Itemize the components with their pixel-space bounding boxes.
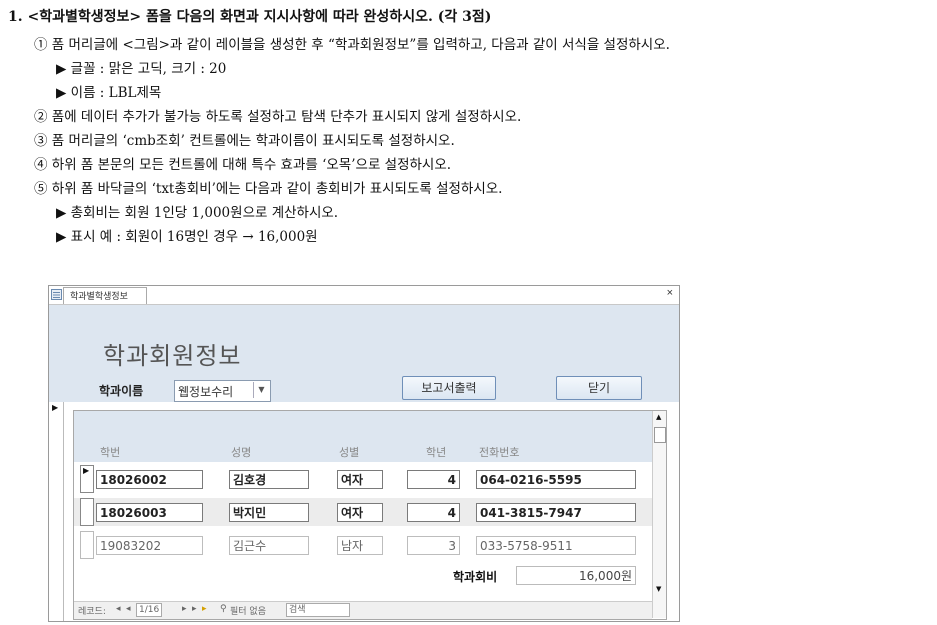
cell-gender[interactable]: 남자 (337, 536, 383, 555)
cell-gender[interactable]: 여자 (337, 503, 383, 522)
filter-icon: ⚲ (220, 604, 227, 614)
cell-grade[interactable]: 3 (407, 536, 460, 555)
dept-combo[interactable]: 웹정보수리 ▼ (174, 380, 271, 402)
cell-id[interactable]: 18026002 (96, 470, 203, 489)
record-selector[interactable]: ▶ (49, 402, 64, 621)
row-selector[interactable] (80, 531, 94, 559)
form-window: 학과별학생정보 × 학과회원정보 학과이름 웹정보수리 ▼ 보고서출력 닫기 ▶… (48, 285, 680, 622)
cell-id[interactable]: 19083202 (96, 536, 203, 555)
col-header-grade: 학년 (426, 446, 447, 459)
instruction-4: ④ 하위 폼 본문의 모든 컨트롤에 대해 특수 효과를 ‘오목’으로 설정하시… (34, 157, 452, 173)
report-print-button[interactable]: 보고서출력 (402, 376, 496, 400)
next-record-icon[interactable]: ▸ (182, 604, 187, 614)
first-record-icon[interactable]: ◂ (116, 604, 121, 614)
tab-form[interactable]: 학과별학생정보 (63, 287, 147, 304)
table-row[interactable]: 19083202 김근수 남자 3 033-5758-9511 (74, 531, 652, 559)
instruction-5-calc: ▶ 총회비는 회원 1인당 1,000원으로 계산하시오. (56, 205, 339, 221)
record-navigation: 레코드: ◂ ◂ 1/16 ▸ ▸ ▸ ⚲ 필터 없음 검색 (74, 601, 652, 619)
col-header-id: 학번 (100, 446, 121, 459)
scroll-thumb[interactable] (654, 427, 666, 443)
row-selector[interactable] (80, 498, 94, 526)
scroll-down-icon[interactable]: ▼ (656, 585, 661, 593)
col-header-name: 성명 (231, 446, 252, 459)
instruction-1-name: ▶ 이름 : LBL제목 (56, 85, 162, 101)
record-position-input[interactable]: 1/16 (136, 603, 163, 617)
search-input[interactable]: 검색 (286, 603, 350, 617)
table-row[interactable]: ▶ 18026002 김호경 여자 4 064-0216-5595 (74, 465, 652, 493)
instruction-2: ② 폼에 데이터 추가가 불가능 하도록 설정하고 탐색 단추가 표시되지 않게… (34, 109, 522, 125)
vertical-scrollbar[interactable]: ▲ ▼ (652, 411, 666, 618)
instruction-1: ① 폼 머리글에 <그림>과 같이 레이블을 생성한 후 “학과회원정보”를 입… (34, 37, 670, 53)
instruction-5-example: ▶ 표시 예 : 회원이 16명인 경우 → 16,000원 (56, 229, 318, 245)
cell-phone[interactable]: 064-0216-5595 (476, 470, 636, 489)
cell-gender[interactable]: 여자 (337, 470, 383, 489)
cell-grade[interactable]: 4 (407, 470, 460, 489)
form-body: ▶ 학번 성명 성별 학년 전화번호 ▶ 18026002 김호경 여자 4 0… (49, 402, 679, 621)
cell-grade[interactable]: 4 (407, 503, 460, 522)
total-fee-field[interactable]: 16,000원 (516, 566, 636, 585)
col-header-phone: 전화번호 (479, 446, 520, 459)
chevron-down-icon[interactable]: ▼ (253, 382, 269, 398)
dept-combo-value: 웹정보수리 (178, 385, 234, 399)
dept-label: 학과이름 (99, 384, 144, 398)
col-header-gender: 성별 (339, 446, 360, 459)
form-header: 학과회원정보 학과이름 웹정보수리 ▼ 보고서출력 닫기 (49, 305, 679, 402)
close-button[interactable]: 닫기 (556, 376, 642, 400)
header-title-label: 학과회원정보 (103, 342, 242, 370)
prev-record-icon[interactable]: ◂ (126, 604, 131, 614)
table-row[interactable]: 18026003 박지민 여자 4 041-3815-7947 (74, 498, 652, 526)
cell-name[interactable]: 박지민 (229, 503, 309, 522)
filter-status[interactable]: 필터 없음 (230, 604, 266, 617)
fee-label: 학과회비 (453, 570, 498, 584)
last-record-icon[interactable]: ▸ (192, 604, 197, 614)
cell-phone[interactable]: 033-5758-9511 (476, 536, 636, 555)
cell-name[interactable]: 김근수 (229, 536, 309, 555)
scroll-up-icon[interactable]: ▲ (656, 413, 661, 421)
tab-bar: 학과별학생정보 × (49, 286, 679, 305)
cell-name[interactable]: 김호경 (229, 470, 309, 489)
question-title: 1. <학과별학생정보> 폼을 다음의 화면과 지시사항에 따라 완성하시오. … (8, 9, 492, 25)
instruction-5: ⑤ 하위 폼 바닥글의 ‘txt총회비’에는 다음과 같이 총회비가 표시되도록… (34, 181, 503, 197)
form-icon (51, 289, 62, 300)
current-row-icon: ▶ (83, 466, 90, 475)
record-label: 레코드: (78, 607, 106, 617)
current-record-icon: ▶ (52, 403, 59, 412)
instruction-3: ③ 폼 머리글의 ‘cmb조회’ 컨트롤에는 학과이름이 표시되도록 설정하시오… (34, 133, 455, 149)
cell-phone[interactable]: 041-3815-7947 (476, 503, 636, 522)
subform-header: 학번 성명 성별 학년 전화번호 (74, 411, 652, 462)
close-icon[interactable]: × (667, 287, 673, 299)
row-selector[interactable]: ▶ (80, 465, 94, 493)
instruction-1-font: ▶ 글꼴 : 맑은 고딕, 크기 : 20 (56, 61, 227, 77)
cell-id[interactable]: 18026003 (96, 503, 203, 522)
student-subform: 학번 성명 성별 학년 전화번호 ▶ 18026002 김호경 여자 4 064… (73, 410, 667, 620)
new-record-icon[interactable]: ▸ (202, 604, 207, 614)
